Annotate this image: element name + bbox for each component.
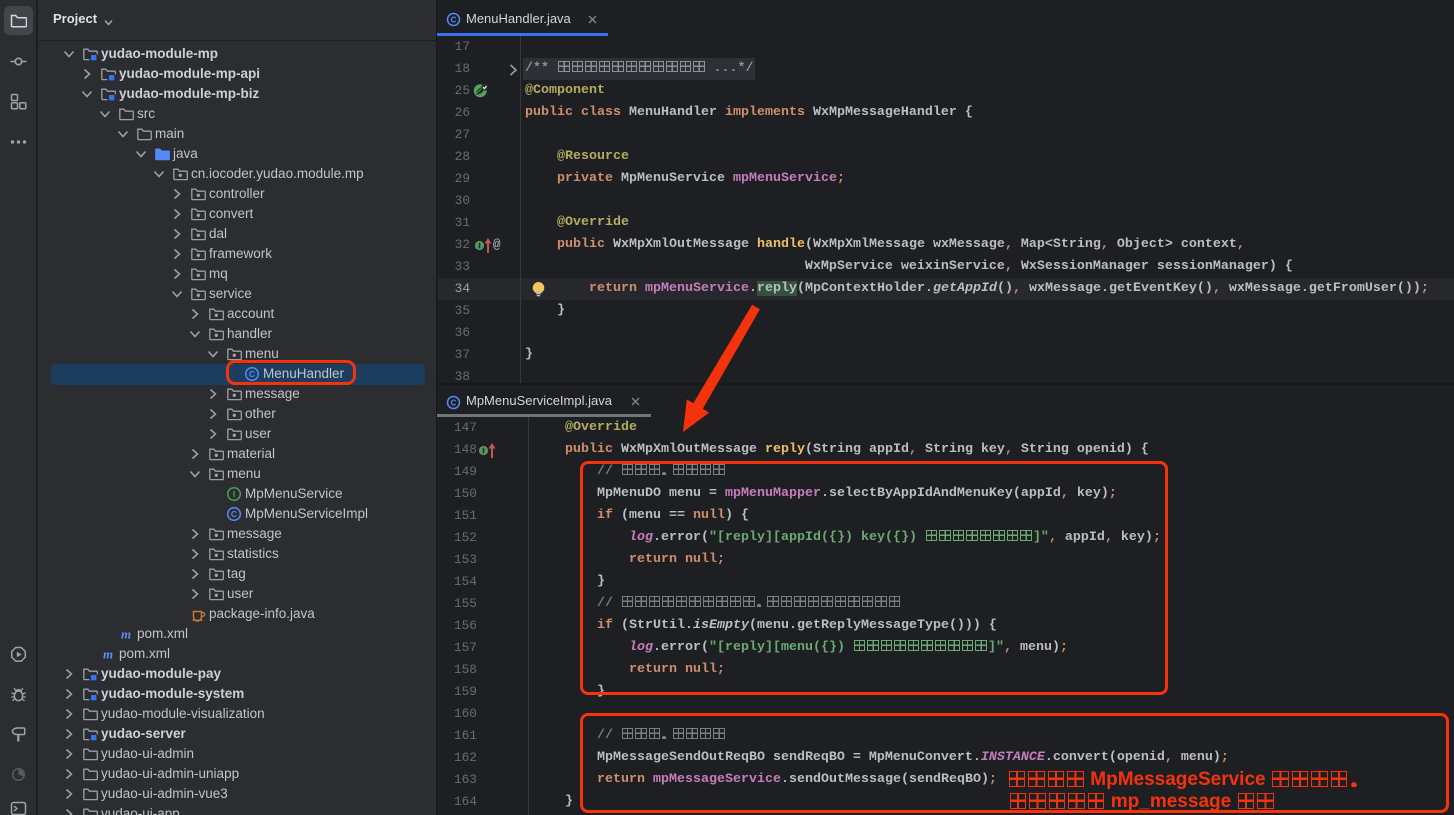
svg-text:C: C bbox=[451, 399, 457, 408]
svg-text:C: C bbox=[451, 16, 457, 25]
svg-text:I: I bbox=[233, 489, 235, 499]
svg-text:m: m bbox=[121, 627, 131, 642]
svg-text:m: m bbox=[103, 647, 113, 662]
svg-text:C: C bbox=[231, 509, 237, 519]
